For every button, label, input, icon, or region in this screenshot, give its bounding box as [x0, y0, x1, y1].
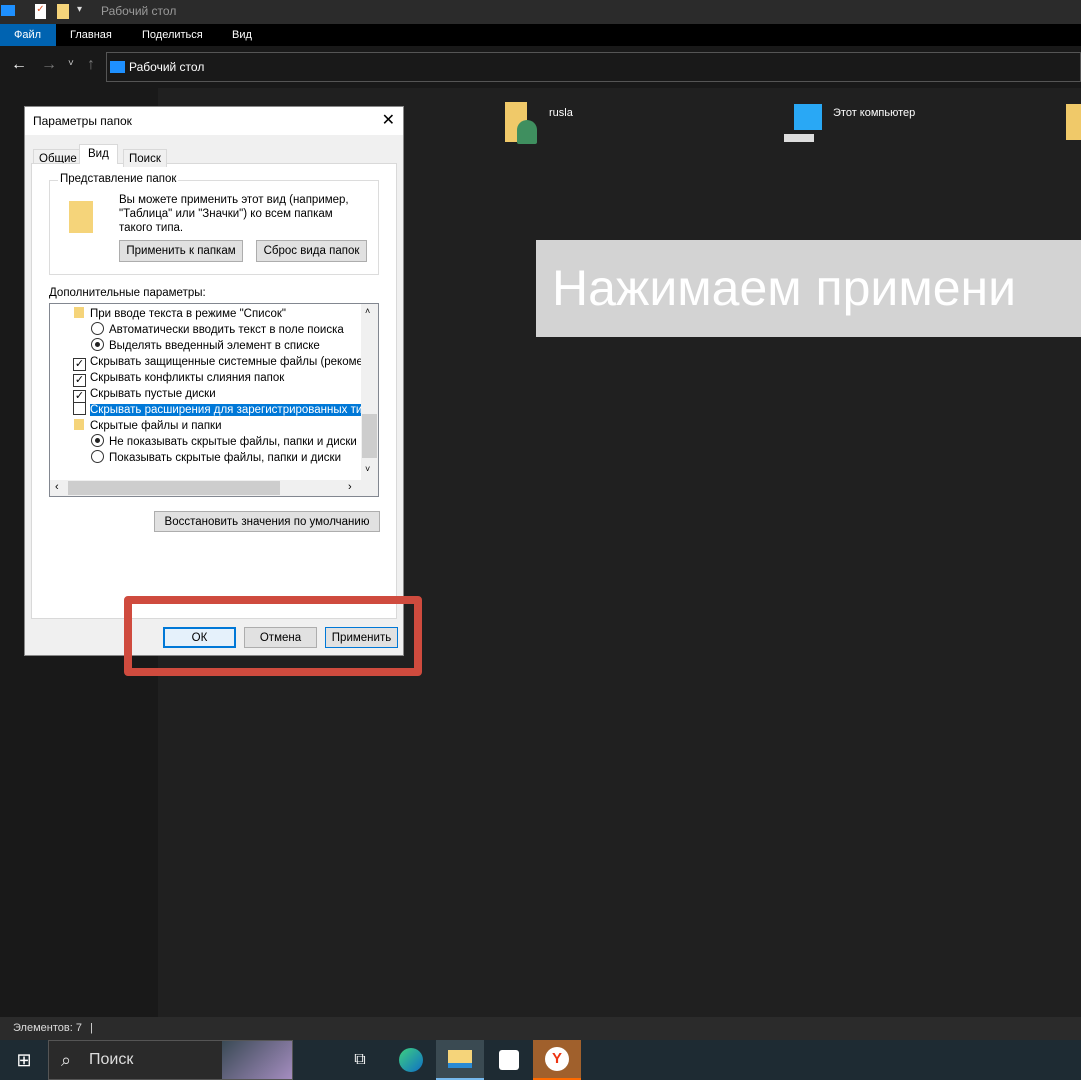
back-icon[interactable]: ←: [11, 56, 27, 74]
address-path: Рабочий стол: [129, 60, 205, 74]
item-label: Скрывать расширения для зарегистрированн…: [90, 404, 378, 416]
list-item-folder: При вводе текста в режиме "Список": [74, 306, 286, 322]
window-title: Рабочий стол: [101, 4, 177, 18]
dialog-title-bar: Параметры папок ✕: [25, 107, 403, 135]
item-label: Скрывать пустые диски: [90, 388, 216, 400]
desktop-item-label: Этот компьютер: [833, 107, 916, 119]
radio-select-item[interactable]: Выделять введенный элемент в списке: [91, 338, 320, 354]
group-title: Представление папок: [58, 173, 179, 185]
folder-icon: [74, 419, 84, 430]
ribbon: Файл Главная Поделиться Вид: [0, 24, 1081, 46]
folder-icon: [74, 307, 84, 318]
dialog-title: Параметры папок: [33, 114, 132, 128]
edge-icon: [399, 1048, 423, 1072]
item-label: Скрывать конфликты слияния папок: [90, 372, 285, 384]
search-placeholder: Поиск: [89, 1051, 134, 1068]
radio-checked-icon: [91, 434, 104, 447]
scroll-up-icon[interactable]: ˄: [365, 306, 370, 316]
checkbox-hide-merge-conflicts[interactable]: ✓ Скрывать конфликты слияния папок: [73, 370, 285, 387]
file-explorer-icon: [448, 1050, 472, 1068]
item-label: Не показывать скрытые файлы, папки и дис…: [109, 436, 357, 448]
radio-checked-icon: [91, 338, 104, 351]
item-label: Скрытые файлы и папки: [90, 420, 222, 432]
item-label: Показывать скрытые файлы, папки и диски: [109, 452, 341, 464]
tab-view[interactable]: Вид: [79, 144, 118, 164]
radio-auto-search[interactable]: Автоматически вводить текст в поле поиск…: [91, 322, 344, 338]
folder-view-icon: [69, 201, 93, 233]
desktop-item-label: rusla: [549, 107, 573, 119]
apply-to-folders-button[interactable]: Применить к папкам: [119, 240, 243, 262]
desktop-icon: [1, 5, 15, 16]
radio-show-hidden[interactable]: Показывать скрытые файлы, папки и диски: [91, 450, 341, 466]
item-count: Элементов: 7: [13, 1022, 82, 1034]
horizontal-scrollbar[interactable]: ‹ ›: [50, 480, 378, 496]
checkbox-hide-empty-drives[interactable]: ✓ Скрывать пустые диски: [73, 386, 216, 403]
title-bar: ✓ ▾ Рабочий стол: [0, 0, 1081, 24]
properties-icon[interactable]: ✓: [35, 4, 46, 19]
item-label: Автоматически вводить текст в поле поиск…: [109, 324, 344, 336]
recent-dropdown-icon[interactable]: ˅: [68, 58, 74, 69]
group-description: Вы можете применить этот вид (например, …: [119, 194, 349, 234]
status-divider: |: [89, 1022, 93, 1034]
ribbon-tab-file[interactable]: Файл: [0, 24, 56, 46]
new-folder-icon[interactable]: [57, 4, 69, 19]
item-label: Выделять введенный элемент в списке: [109, 340, 320, 352]
checkbox-hide-extensions[interactable]: Скрывать расширения для зарегистрированн…: [73, 402, 378, 418]
vertical-scrollbar[interactable]: ˄ ˅: [361, 304, 378, 480]
forward-icon[interactable]: →: [41, 56, 57, 74]
desktop-item-this-pc[interactable]: Этот компьютер: [782, 102, 962, 148]
computer-icon: [794, 104, 822, 130]
close-icon[interactable]: ✕: [382, 107, 395, 135]
tab-panel-view: Представление папок Вы можете применить …: [31, 163, 397, 619]
keyboard-icon: [784, 134, 814, 142]
reset-folders-button[interactable]: Сброс вида папок: [256, 240, 367, 262]
folder-icon[interactable]: [1066, 104, 1081, 140]
quick-access-dropdown-icon[interactable]: ▾: [77, 4, 82, 15]
folder-options-dialog: Параметры папок ✕ Общие Представление па…: [24, 106, 404, 656]
edge-button[interactable]: [387, 1040, 435, 1080]
list-item-folder: Скрытые файлы и папки: [74, 418, 222, 434]
item-label: При вводе текста в режиме "Список": [90, 308, 286, 320]
checkbox-hide-system-files[interactable]: ✓ Скрывать защищенные системные файлы (ре…: [73, 354, 373, 371]
store-button[interactable]: [485, 1040, 533, 1080]
up-icon[interactable]: ↑: [87, 56, 95, 74]
scroll-down-icon[interactable]: ˅: [365, 464, 370, 474]
address-bar[interactable]: Рабочий стол: [106, 52, 1081, 82]
advanced-settings-list[interactable]: При вводе текста в режиме "Список" Автом…: [49, 303, 379, 497]
taskbar-search[interactable]: ⌕ Поиск: [48, 1040, 293, 1080]
ribbon-tab-share[interactable]: Поделиться: [128, 24, 217, 46]
search-highlight-image: [222, 1041, 292, 1079]
advanced-settings-label: Дополнительные параметры:: [49, 287, 206, 299]
radio-hide-hidden[interactable]: Не показывать скрытые файлы, папки и дис…: [91, 434, 357, 450]
tab-search[interactable]: Поиск: [123, 149, 167, 167]
restore-defaults-button[interactable]: Восстановить значения по умолчанию: [154, 511, 380, 532]
checkbox-unchecked-icon: [73, 402, 86, 415]
scroll-right-icon[interactable]: ›: [348, 481, 352, 493]
task-view-button[interactable]: ⧉: [336, 1040, 384, 1080]
store-icon: [499, 1050, 519, 1070]
start-button[interactable]: ⊞: [0, 1040, 48, 1080]
radio-unchecked-icon: [91, 450, 104, 463]
status-bar: Элементов: 7 |: [0, 1017, 1081, 1040]
desktop-icon: [110, 61, 125, 73]
windows-icon: ⊞: [16, 1049, 32, 1070]
instruction-caption: Нажимаем примени: [536, 240, 1081, 337]
radio-unchecked-icon: [91, 322, 104, 335]
highlight-frame: [124, 596, 422, 676]
yandex-browser-button[interactable]: Y: [533, 1040, 581, 1080]
scroll-left-icon[interactable]: ‹: [55, 481, 59, 493]
ribbon-tab-view[interactable]: Вид: [218, 24, 266, 46]
desktop-item-rusla[interactable]: rusla: [503, 102, 623, 148]
task-view-icon: ⧉: [354, 1051, 366, 1068]
yandex-icon: Y: [545, 1047, 569, 1071]
scroll-thumb[interactable]: [68, 481, 280, 495]
folder-views-group: Представление папок Вы можете применить …: [49, 173, 379, 275]
user-avatar-icon: [517, 120, 537, 144]
item-label: Скрывать защищенные системные файлы (рек…: [90, 356, 373, 368]
file-explorer-button[interactable]: [436, 1040, 484, 1080]
ribbon-tab-home[interactable]: Главная: [56, 24, 126, 46]
search-icon: ⌕: [61, 1050, 72, 1070]
scroll-thumb[interactable]: [362, 414, 377, 458]
